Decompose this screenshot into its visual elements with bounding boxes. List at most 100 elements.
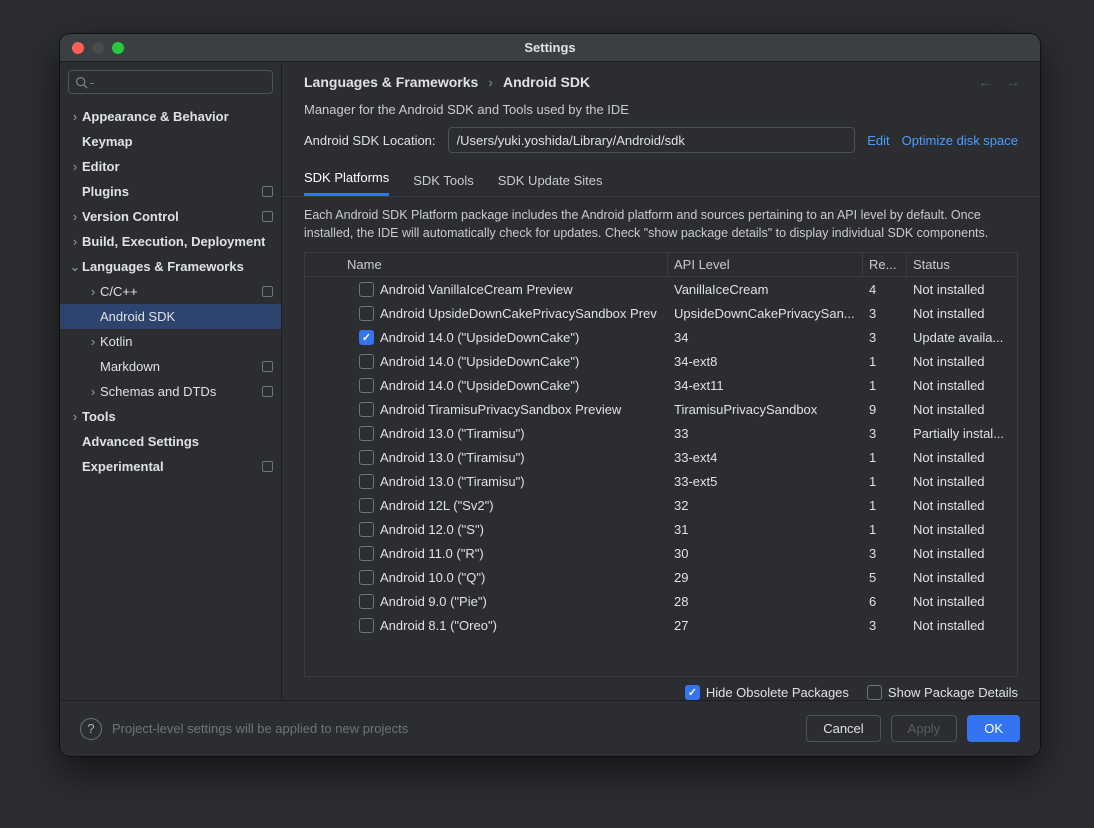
row-revision: 3 (863, 546, 907, 561)
minimize-window-icon[interactable] (92, 42, 104, 54)
breadcrumb-parent[interactable]: Languages & Frameworks (304, 74, 478, 90)
row-checkbox[interactable] (359, 426, 374, 441)
table-row[interactable]: Android 14.0 ("UpsideDownCake")34-ext111… (305, 373, 1017, 397)
ok-button[interactable]: OK (967, 715, 1020, 742)
row-checkbox[interactable] (359, 474, 374, 489)
table-row[interactable]: Android 10.0 ("Q")295Not installed (305, 565, 1017, 589)
sidebar-item-appearance-behavior[interactable]: ›Appearance & Behavior (60, 104, 281, 129)
optimize-disk-link[interactable]: Optimize disk space (902, 133, 1018, 148)
search-input[interactable]: - (68, 70, 273, 94)
table-row[interactable]: Android 13.0 ("Tiramisu")33-ext51Not ins… (305, 469, 1017, 493)
col-header-name[interactable]: Name (305, 253, 668, 276)
table-row[interactable]: Android 9.0 ("Pie")286Not installed (305, 589, 1017, 613)
hide-obsolete-label: Hide Obsolete Packages (706, 685, 849, 700)
col-header-api[interactable]: API Level (668, 253, 863, 276)
row-name: Android 14.0 ("UpsideDownCake") (380, 378, 579, 393)
table-row[interactable]: Android VanillaIceCream PreviewVanillaIc… (305, 277, 1017, 301)
sidebar-item-android-sdk[interactable]: Android SDK (60, 304, 281, 329)
row-status: Not installed (907, 474, 1017, 489)
row-name: Android 9.0 ("Pie") (380, 594, 487, 609)
table-row[interactable]: Android 12.0 ("S")311Not installed (305, 517, 1017, 541)
sidebar-item-c-c-[interactable]: ›C/C++ (60, 279, 281, 304)
row-checkbox[interactable] (359, 618, 374, 633)
row-status: Not installed (907, 546, 1017, 561)
zoom-window-icon[interactable] (112, 42, 124, 54)
row-checkbox[interactable] (359, 498, 374, 513)
table-body: Android VanillaIceCream PreviewVanillaIc… (305, 277, 1017, 676)
cancel-button[interactable]: Cancel (806, 715, 880, 742)
col-header-status[interactable]: Status (907, 253, 1017, 276)
close-window-icon[interactable] (72, 42, 84, 54)
row-name: Android UpsideDownCakePrivacySandbox Pre… (380, 306, 657, 321)
apply-button[interactable]: Apply (891, 715, 958, 742)
table-row[interactable]: Android 11.0 ("R") 303Not installed (305, 541, 1017, 565)
sidebar-item-plugins[interactable]: Plugins (60, 179, 281, 204)
row-name: Android 14.0 ("UpsideDownCake") (380, 330, 579, 345)
project-level-marker-icon (262, 361, 273, 372)
tab-sdk-update-sites[interactable]: SDK Update Sites (498, 173, 603, 196)
help-icon[interactable]: ? (80, 718, 102, 740)
row-checkbox[interactable] (359, 378, 374, 393)
nav-back-icon[interactable]: ← (978, 74, 992, 90)
sidebar-item-version-control[interactable]: ›Version Control (60, 204, 281, 229)
window-title: Settings (524, 40, 575, 55)
sidebar-item-experimental[interactable]: Experimental (60, 454, 281, 479)
row-revision: 1 (863, 354, 907, 369)
row-checkbox[interactable] (359, 570, 374, 585)
table-row[interactable]: Android 8.1 ("Oreo")273Not installed (305, 613, 1017, 637)
row-name: Android 13.0 ("Tiramisu") (380, 474, 525, 489)
row-name: Android 13.0 ("Tiramisu") (380, 426, 525, 441)
edit-link[interactable]: Edit (867, 133, 889, 148)
sidebar-item-kotlin[interactable]: ›Kotlin (60, 329, 281, 354)
chevron-right-icon: › (68, 209, 82, 224)
project-level-marker-icon (262, 461, 273, 472)
row-status: Update availa... (907, 330, 1017, 345)
sidebar-item-build-execution-deployment[interactable]: ›Build, Execution, Deployment (60, 229, 281, 254)
table-row[interactable]: Android 12L ("Sv2")321Not installed (305, 493, 1017, 517)
table-row[interactable]: Android UpsideDownCakePrivacySandbox Pre… (305, 301, 1017, 325)
nav-forward-icon[interactable]: → (1006, 74, 1020, 90)
hide-obsolete-checkbox[interactable] (685, 685, 700, 700)
chevron-right-icon: › (68, 409, 82, 424)
show-details-option[interactable]: Show Package Details (867, 685, 1018, 700)
row-status: Not installed (907, 594, 1017, 609)
row-checkbox[interactable] (359, 594, 374, 609)
breadcrumb-current: Android SDK (503, 74, 590, 90)
tab-sdk-tools[interactable]: SDK Tools (413, 173, 473, 196)
row-api-level: 30 (668, 546, 863, 561)
sidebar-item-markdown[interactable]: Markdown (60, 354, 281, 379)
table-row[interactable]: Android TiramisuPrivacySandbox PreviewTi… (305, 397, 1017, 421)
table-row[interactable]: Android 13.0 ("Tiramisu")33-ext41Not ins… (305, 445, 1017, 469)
row-status: Not installed (907, 378, 1017, 393)
col-header-revision[interactable]: Re... (863, 253, 907, 276)
row-api-level: 29 (668, 570, 863, 585)
row-checkbox[interactable] (359, 330, 374, 345)
row-checkbox[interactable] (359, 402, 374, 417)
sidebar-item-editor[interactable]: ›Editor (60, 154, 281, 179)
row-status: Not installed (907, 306, 1017, 321)
row-checkbox[interactable] (359, 450, 374, 465)
row-checkbox[interactable] (359, 354, 374, 369)
sidebar-item-tools[interactable]: ›Tools (60, 404, 281, 429)
row-name: Android 14.0 ("UpsideDownCake") (380, 354, 579, 369)
sidebar-item-label: Advanced Settings (82, 434, 199, 449)
sidebar-item-keymap[interactable]: Keymap (60, 129, 281, 154)
sidebar-item-label: Kotlin (100, 334, 133, 349)
sidebar-item-schemas-and-dtds[interactable]: ›Schemas and DTDs (60, 379, 281, 404)
show-details-checkbox[interactable] (867, 685, 882, 700)
row-name: Android 11.0 ("R") (380, 546, 484, 561)
sidebar-item-languages-frameworks[interactable]: ⌄Languages & Frameworks (60, 254, 281, 279)
row-checkbox[interactable] (359, 522, 374, 537)
row-checkbox[interactable] (359, 306, 374, 321)
sdk-location-input[interactable] (448, 127, 856, 153)
table-row[interactable]: Android 13.0 ("Tiramisu")333Partially in… (305, 421, 1017, 445)
table-row[interactable]: Android 14.0 ("UpsideDownCake")343Update… (305, 325, 1017, 349)
table-row[interactable]: Android 14.0 ("UpsideDownCake")34-ext81N… (305, 349, 1017, 373)
sidebar-item-advanced-settings[interactable]: Advanced Settings (60, 429, 281, 454)
titlebar: Settings (60, 34, 1040, 62)
hide-obsolete-option[interactable]: Hide Obsolete Packages (685, 685, 849, 700)
row-checkbox[interactable] (359, 546, 374, 561)
page-description: Manager for the Android SDK and Tools us… (282, 102, 1040, 127)
tab-sdk-platforms[interactable]: SDK Platforms (304, 170, 389, 196)
row-checkbox[interactable] (359, 282, 374, 297)
